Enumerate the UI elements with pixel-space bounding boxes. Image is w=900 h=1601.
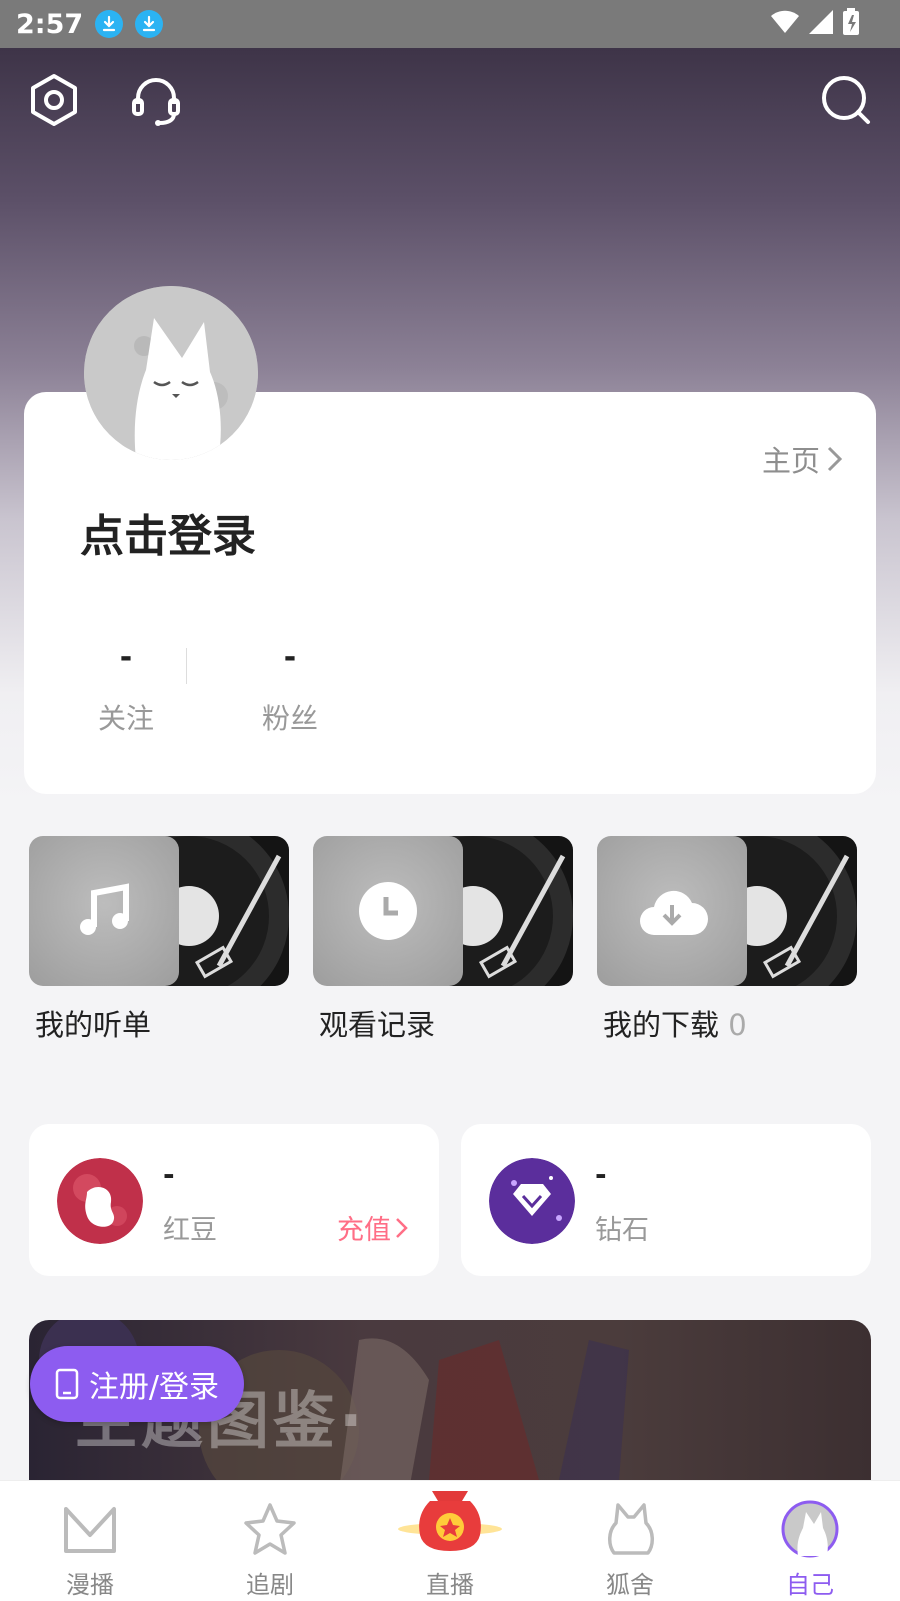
diamond-value: - <box>595 1158 607 1191</box>
login-prompt[interactable]: 点击登录 <box>80 500 256 564</box>
chevron-right-icon <box>827 446 843 472</box>
fans-count: - <box>283 640 297 675</box>
shortcut-label: 我的下载 0 <box>603 1002 747 1044</box>
shortcut-label: 观看记录 <box>319 1008 436 1042</box>
tab-label: 自己 <box>786 1571 834 1599</box>
red-bean-label: 红豆 <box>163 1215 217 1246</box>
register-login-button[interactable]: 注册/登录 <box>30 1346 244 1422</box>
red-bean-card[interactable]: - 红豆 充值 <box>29 1124 439 1276</box>
fans-label: 粉丝 <box>261 702 318 735</box>
search-icon[interactable] <box>816 70 876 130</box>
following-label: 关注 <box>97 702 154 735</box>
recharge-label: 充值 <box>337 1215 391 1246</box>
tab-label: 追剧 <box>246 1571 294 1599</box>
home-link[interactable]: 主页 <box>762 438 844 480</box>
red-bean-value: - <box>163 1158 175 1191</box>
clock-icon <box>313 836 463 986</box>
download-notification-icon <box>95 10 124 38</box>
lucky-bag-icon <box>398 1491 502 1551</box>
tab-fox-house[interactable]: 狐舍 <box>540 1481 720 1601</box>
tab-live[interactable]: 直播 <box>360 1481 540 1601</box>
signal-icon <box>809 10 833 34</box>
battery-charging-icon <box>843 8 859 35</box>
star-icon <box>244 1503 296 1555</box>
diamond-card[interactable]: - 钻石 <box>461 1124 871 1276</box>
shortcut-label-text: 我的下载 <box>603 1008 720 1042</box>
fans-stat[interactable]: - 粉丝 <box>230 640 350 737</box>
music-note-icon <box>29 836 179 986</box>
settings-icon[interactable] <box>24 70 84 130</box>
register-login-label: 注册/登录 <box>88 1370 220 1405</box>
tab-drama[interactable]: 追剧 <box>180 1481 360 1601</box>
wifi-icon <box>771 10 799 33</box>
download-notification-icon <box>135 10 164 38</box>
download-count: 0 <box>728 1008 747 1042</box>
diamond-icon <box>489 1158 575 1244</box>
tab-label: 直播 <box>426 1571 474 1599</box>
tab-manbo[interactable]: 漫播 <box>0 1481 180 1601</box>
home-link-label: 主页 <box>761 444 820 478</box>
phone-icon <box>55 1368 79 1400</box>
tab-label: 漫播 <box>66 1571 114 1599</box>
diamond-label: 钻石 <box>595 1215 649 1246</box>
manbo-logo-icon <box>64 1507 116 1553</box>
status-time: 2:57 <box>16 8 84 40</box>
red-bean-icon <box>57 1158 143 1244</box>
fox-icon <box>608 1503 654 1555</box>
chevron-right-icon <box>396 1217 408 1238</box>
tab-label: 狐舍 <box>606 1571 654 1599</box>
following-count: - <box>119 640 133 675</box>
headset-icon[interactable] <box>126 70 186 130</box>
following-stat[interactable]: - 关注 <box>66 640 186 737</box>
tab-me[interactable]: 自己 <box>720 1481 900 1601</box>
recharge-link[interactable]: 充值 <box>337 1208 409 1247</box>
avatar[interactable] <box>84 286 258 460</box>
profile-avatar-icon <box>781 1500 839 1558</box>
status-bar: 2:57 <box>0 0 900 48</box>
stat-divider <box>186 648 187 684</box>
bottom-tab-bar: 漫播 追剧 直播 狐舍 自己 <box>0 1480 900 1601</box>
cloud-download-icon <box>597 836 747 986</box>
shortcut-label: 我的听单 <box>35 1008 152 1042</box>
